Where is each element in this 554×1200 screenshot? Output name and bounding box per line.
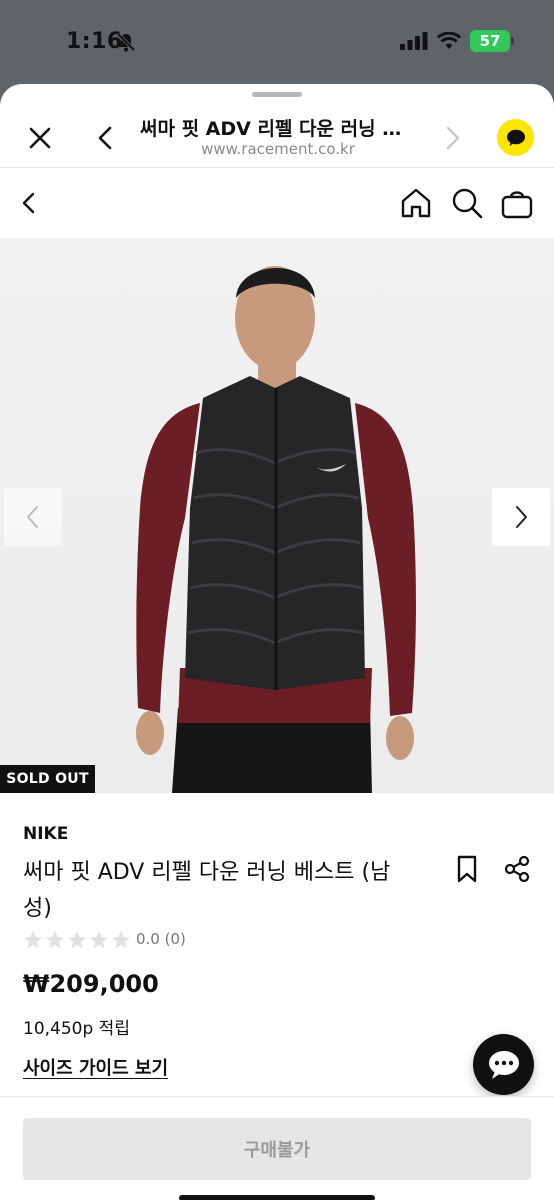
status-bar: 1:16 57 [0,0,554,84]
battery-level: 57 [479,32,501,50]
star-icon [90,931,108,949]
silent-bell-icon [116,32,136,52]
kakao-chat-icon [506,129,525,146]
search-icon[interactable] [450,186,484,220]
chevron-left-icon [27,506,38,528]
star-icon [24,931,42,949]
page-url: www.racement.co.kr [201,140,355,158]
product-price: ₩209,000 [23,970,159,998]
sold-out-badge: SOLD OUT [0,765,95,793]
site-header [0,168,554,238]
wifi-icon [437,32,461,49]
purchase-bar: 구매불가 [0,1096,554,1200]
bookmark-icon[interactable] [454,854,480,884]
battery-indicator: 57 [470,30,514,52]
carousel-next-button[interactable] [492,488,550,546]
chat-bubble-icon [488,1050,519,1079]
rating-stars [23,930,131,950]
page-title: 써마 핏 ADV 리펠 다운 러닝 베스트 (남성) [140,118,416,140]
in-app-browser-bar: 써마 핏 ADV 리펠 다운 러닝 베스트 (남성) www.racement.… [0,84,554,168]
product-brand[interactable]: NIKE [23,824,68,844]
share-icon[interactable] [503,854,531,884]
shopping-bag-icon[interactable] [500,186,534,220]
size-guide-link[interactable]: 사이즈 가이드 보기 [23,1054,168,1080]
home-icon[interactable] [399,186,433,220]
star-icon [112,931,130,949]
rating-text[interactable]: 0.0 (0) [136,930,186,948]
product-image-carousel[interactable]: SOLD OUT [0,238,554,793]
purchase-unavailable-button[interactable]: 구매불가 [23,1118,531,1180]
browser-forward-icon[interactable] [438,124,466,152]
close-icon[interactable] [26,124,54,152]
home-indicator [179,1195,375,1200]
product-photo [136,266,416,793]
star-icon [68,931,86,949]
browser-sheet: 써마 핏 ADV 리펠 다운 러닝 베스트 (남성) www.racement.… [0,84,554,1200]
star-icon [46,931,64,949]
signal-icon [400,32,428,50]
chat-button[interactable] [473,1034,534,1095]
back-icon[interactable] [16,190,42,216]
carousel-prev-button[interactable] [4,488,62,546]
browser-back-icon[interactable] [92,124,120,152]
kakao-chat-button[interactable] [497,119,534,156]
product-name: 써마 핏 ADV 리펠 다운 러닝 베스트 (남성) [23,860,391,921]
reward-points: 10,450p 적립 [23,1019,130,1039]
chevron-right-icon [516,506,527,528]
